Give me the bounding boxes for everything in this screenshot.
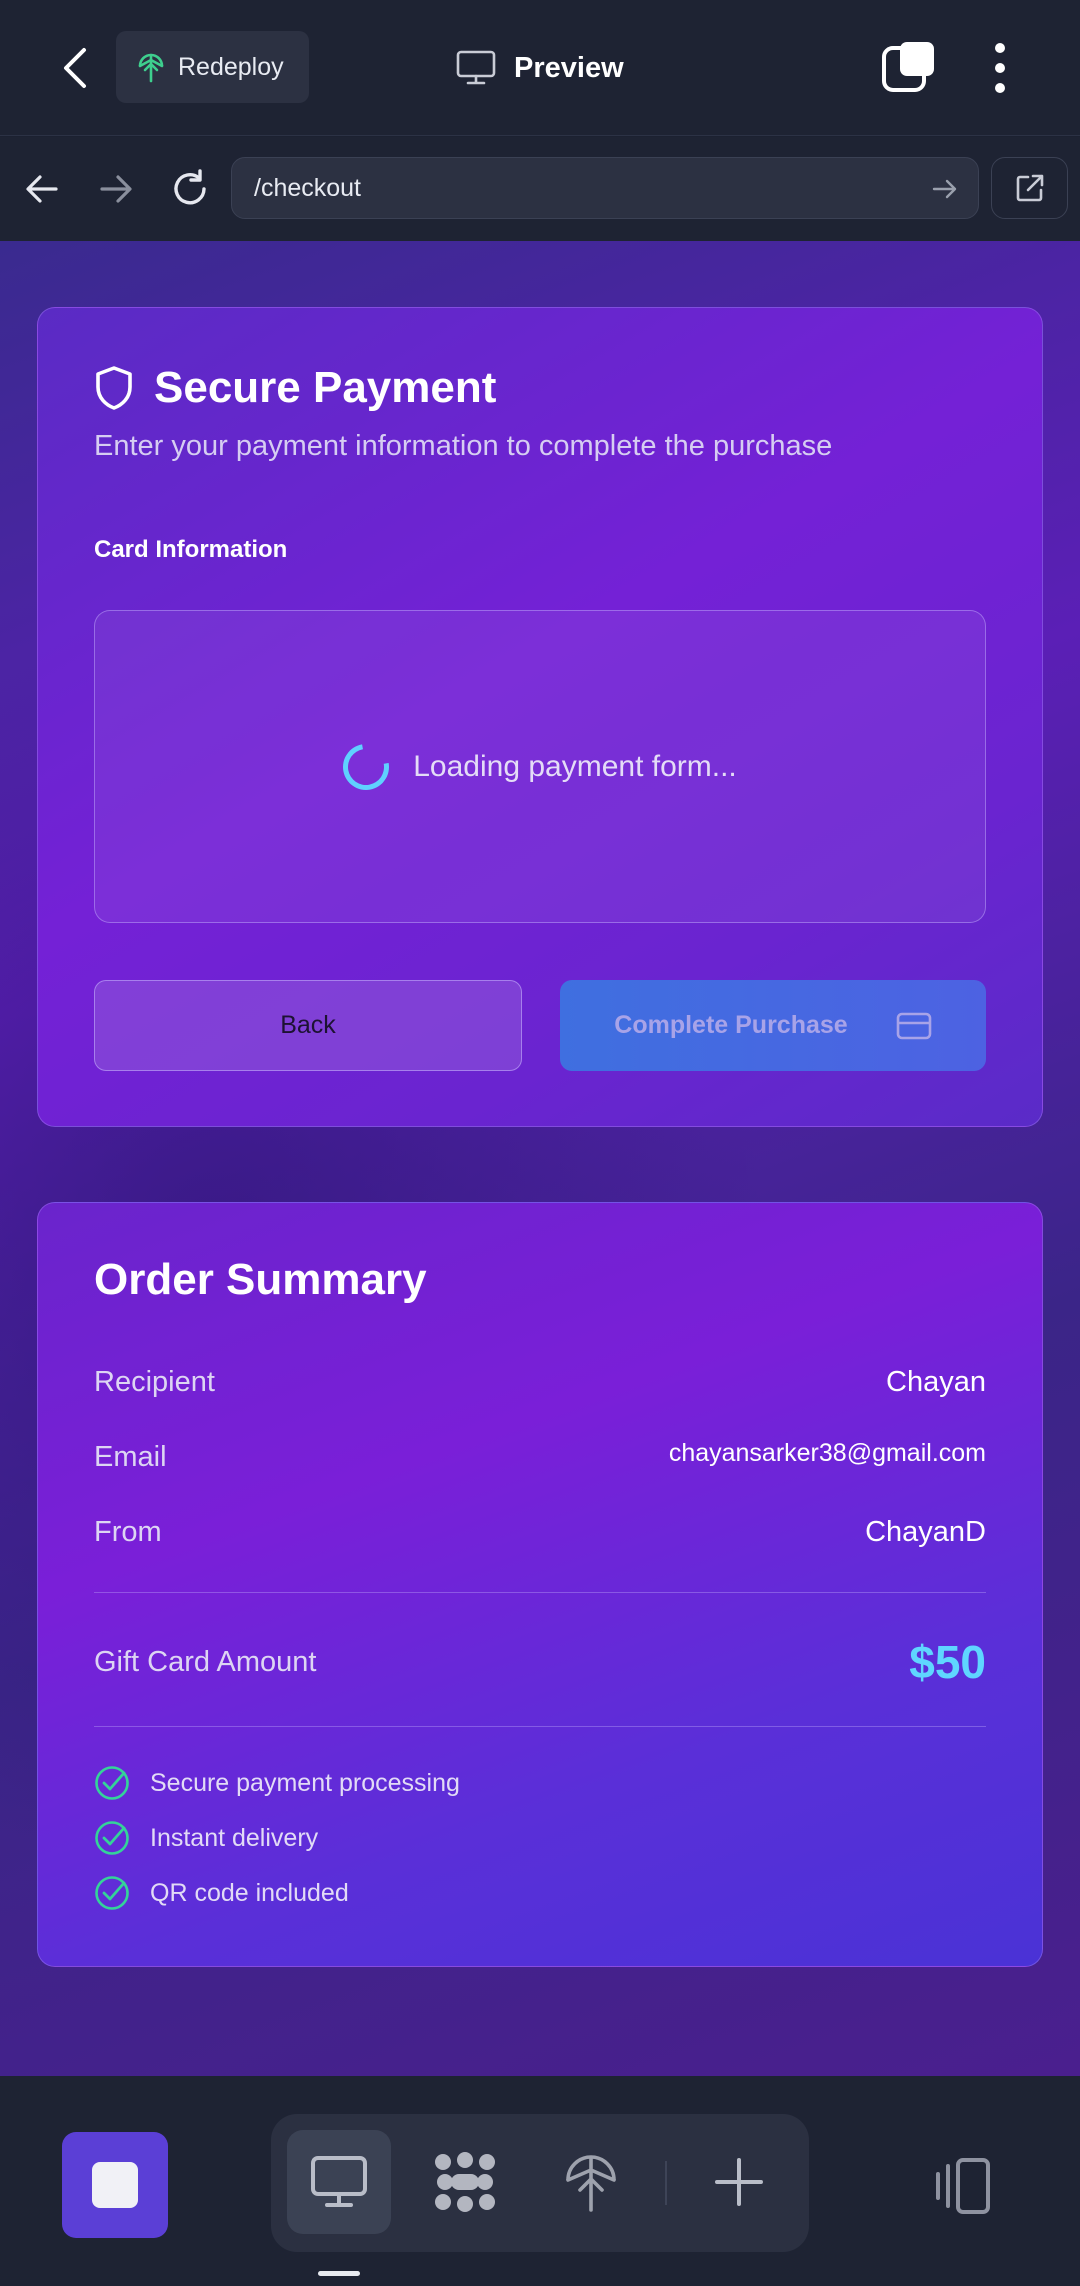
spinner-icon <box>334 734 399 799</box>
back-button-label: Back <box>280 1011 336 1039</box>
dock-preview-tab[interactable] <box>287 2130 391 2234</box>
dock <box>271 2114 809 2252</box>
arrow-left-icon[interactable] <box>16 163 68 215</box>
url-text: /checkout <box>254 173 362 202</box>
monitor-icon <box>311 2156 367 2207</box>
summary-row-recipient: Recipient Chayan <box>94 1360 986 1404</box>
feature-label: Secure payment processing <box>150 1768 460 1797</box>
credit-card-icon <box>896 1012 932 1039</box>
go-arrow-icon[interactable] <box>930 174 960 204</box>
preview-title: Preview <box>456 44 624 92</box>
order-summary-title: Order Summary <box>94 1255 427 1304</box>
back-chevron-icon[interactable] <box>52 38 96 98</box>
row-value: Chayan <box>886 1365 986 1398</box>
refresh-icon[interactable] <box>164 163 216 215</box>
summary-row-from: From ChayanD <box>94 1510 986 1554</box>
apps-icon <box>435 2152 495 2212</box>
redeploy-icon <box>138 53 164 83</box>
external-link-icon <box>1016 174 1043 202</box>
feature-item: QR code included <box>94 1873 349 1913</box>
payment-title: Secure Payment <box>154 363 497 412</box>
check-circle-icon <box>95 1876 129 1910</box>
summary-divider <box>94 1726 986 1727</box>
external-link-button[interactable] <box>991 157 1068 219</box>
panel-icon[interactable] <box>930 2152 1000 2222</box>
complete-purchase-button[interactable]: Complete Purchase <box>560 980 986 1071</box>
dock-separator <box>665 2161 667 2205</box>
stop-button[interactable] <box>62 2132 168 2238</box>
row-label: Email <box>94 1440 167 1473</box>
bottom-bar <box>0 2076 1080 2286</box>
secure-payment-card: Secure Payment Enter your payment inform… <box>37 307 1043 1127</box>
row-value: ChayanD <box>865 1515 986 1548</box>
arrow-right-icon[interactable] <box>90 163 142 215</box>
shield-icon <box>96 366 132 410</box>
order-summary-card: Order Summary Recipient Chayan Email cha… <box>37 1202 1043 1967</box>
preview-label: Preview <box>514 51 624 84</box>
stop-icon <box>92 2162 138 2208</box>
card-information-label: Card Information <box>94 536 288 563</box>
amount-value: $50 <box>909 1636 986 1688</box>
back-button[interactable]: Back <box>94 980 522 1071</box>
row-label: From <box>94 1515 162 1548</box>
monitor-icon <box>456 50 496 85</box>
deploy-icon <box>566 2155 616 2212</box>
page-content: Secure Payment Enter your payment inform… <box>0 241 1080 2076</box>
redeploy-label: Redeploy <box>178 52 284 81</box>
row-value: chayansarker38@gmail.com <box>668 1438 986 1467</box>
loading-text: Loading payment form... <box>413 749 737 783</box>
summary-row-email: Email chayansarker38@gmail.com <box>94 1435 986 1479</box>
plus-icon <box>715 2158 763 2206</box>
complete-purchase-label: Complete Purchase <box>614 1011 848 1039</box>
app-bar: Redeploy Preview <box>0 0 1080 136</box>
payment-heading: Secure Payment <box>94 360 496 416</box>
payment-subtitle: Enter your payment information to comple… <box>94 430 833 462</box>
feature-item: Instant delivery <box>94 1818 318 1858</box>
home-indicator <box>318 2271 360 2276</box>
redeploy-button[interactable]: Redeploy <box>116 31 309 103</box>
check-circle-icon <box>95 1821 129 1855</box>
feature-label: QR code included <box>150 1878 349 1907</box>
check-circle-icon <box>95 1766 129 1800</box>
url-field[interactable]: /checkout <box>231 157 979 219</box>
more-vert-icon[interactable] <box>980 40 1020 96</box>
feature-label: Instant delivery <box>150 1823 319 1852</box>
payment-form-container[interactable]: Loading payment form... <box>94 610 986 923</box>
summary-divider <box>94 1592 986 1593</box>
dock-deploy-tab[interactable] <box>539 2130 643 2234</box>
tabs-icon[interactable] <box>880 40 936 96</box>
row-label: Recipient <box>94 1365 215 1398</box>
browser-bar: /checkout <box>0 137 1080 241</box>
dock-add-button[interactable] <box>687 2130 791 2234</box>
feature-item: Secure payment processing <box>94 1763 460 1803</box>
dock-apps-tab[interactable] <box>413 2130 517 2234</box>
gift-card-amount-row: Gift Card Amount $50 <box>94 1632 986 1692</box>
amount-label: Gift Card Amount <box>94 1645 317 1678</box>
